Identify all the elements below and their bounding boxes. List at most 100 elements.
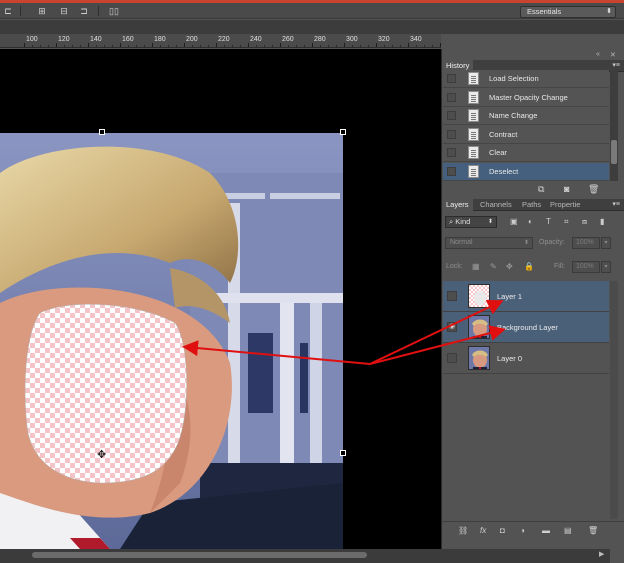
adjustment-layer-icon[interactable]: ◑ — [520, 526, 525, 535]
photo-layer: ✥ — [0, 133, 343, 549]
lock-pixels-icon[interactable]: ✎ — [490, 262, 497, 271]
ruler-minor-tick — [296, 45, 297, 47]
transform-handle[interactable] — [340, 129, 346, 135]
pixel-filter-icon[interactable]: ▣ — [510, 217, 518, 226]
snapshot-checkbox[interactable] — [447, 111, 456, 120]
layer-name[interactable]: Layer 0 — [497, 354, 522, 363]
camera-snapshot-icon[interactable]: ◙ — [564, 184, 569, 194]
tab-layers[interactable]: Layers — [442, 199, 473, 211]
smart-object-filter-icon[interactable]: ⧈ — [582, 217, 587, 227]
scroll-right-icon[interactable]: ▶ — [599, 550, 604, 558]
lock-transparent-icon[interactable]: ▦ — [472, 262, 480, 271]
filter-toggle-icon[interactable]: ▮ — [600, 217, 604, 226]
trash-icon[interactable]: 🗑 — [588, 184, 599, 195]
tab-properties[interactable]: Propertie — [546, 199, 584, 211]
panel-menu-icon[interactable]: ▾≡ — [612, 200, 620, 208]
ruler-label: 200 — [186, 36, 198, 43]
ruler-minor-tick — [136, 45, 137, 47]
visibility-eye-icon[interactable] — [447, 353, 457, 363]
history-item[interactable]: Load Selection — [443, 70, 609, 88]
lock-row: Lock: ▦ ✎ ✥ 🔒 Fill: 100% ▾ — [442, 261, 624, 275]
collapse-panels-icon[interactable]: « — [596, 51, 600, 58]
ruler-label: 280 — [314, 36, 326, 43]
new-group-icon[interactable]: ▬ — [542, 526, 550, 535]
blend-mode-select[interactable]: Normal ⬍ — [445, 237, 533, 249]
close-panel-icon[interactable]: ✕ — [610, 51, 616, 59]
ruler-minor-tick — [320, 45, 321, 47]
blend-mode-label: Normal — [450, 239, 473, 246]
align-left-icon[interactable]: ⊏ — [2, 5, 14, 17]
document-icon — [468, 90, 479, 104]
link-layers-icon[interactable]: ⛓ — [458, 526, 468, 535]
snapshot-checkbox[interactable] — [447, 129, 456, 139]
tab-channels[interactable]: Channels — [476, 199, 516, 211]
ruler-tick — [24, 43, 25, 47]
ruler-label: 140 — [90, 36, 102, 43]
history-item[interactable]: Deselect — [443, 162, 609, 181]
fill-input[interactable]: 100% — [572, 261, 600, 273]
layer-name[interactable]: Background Layer — [497, 323, 558, 332]
chevron-down-icon: ⬍ — [523, 240, 529, 246]
auto-align-icon[interactable]: ▯▯ — [108, 5, 120, 17]
ruler-label: 100 — [26, 36, 38, 43]
history-item[interactable]: Contract — [443, 125, 609, 144]
history-item-label: Load Selection — [489, 74, 539, 83]
ruler-minor-tick — [336, 45, 337, 47]
layer-row[interactable]: ◉ Background Layer — [443, 312, 609, 343]
ruler-label: 220 — [218, 36, 230, 43]
ruler-minor-tick — [424, 45, 425, 47]
ruler-minor-tick — [352, 45, 353, 47]
layer-row[interactable]: Layer 1 — [443, 281, 609, 312]
fill-dropdown-icon[interactable]: ▾ — [601, 261, 611, 273]
horizontal-scrollbar[interactable]: ▶ — [0, 549, 610, 563]
history-scrollbar[interactable] — [610, 70, 618, 181]
ruler-minor-tick — [264, 45, 265, 47]
align-right-icon[interactable]: ⊟ — [58, 5, 70, 17]
snapshot-checkbox[interactable] — [447, 166, 456, 176]
new-layer-icon[interactable]: ▤ — [564, 526, 572, 535]
layers-scrollbar[interactable] — [610, 281, 618, 519]
ruler-minor-tick — [72, 45, 73, 47]
trash-icon[interactable]: 🗑 — [588, 526, 598, 535]
new-document-from-state-icon[interactable]: ⧉ — [538, 184, 544, 195]
opacity-dropdown-icon[interactable]: ▾ — [601, 237, 611, 249]
ruler-tick — [88, 43, 89, 47]
document-canvas[interactable]: ✥ — [0, 49, 441, 549]
opacity-input[interactable]: 100% — [572, 237, 600, 249]
transform-handle[interactable] — [99, 129, 105, 135]
filter-kind-select[interactable]: ⌕ Kind ⬍ — [445, 216, 497, 228]
scrollbar-thumb[interactable] — [32, 552, 367, 558]
snapshot-checkbox[interactable] — [447, 92, 456, 102]
history-item[interactable]: Name Change — [443, 107, 609, 125]
panel-menu-icon[interactable]: ▾≡ — [612, 61, 620, 69]
visibility-eye-icon[interactable] — [447, 291, 457, 301]
history-item-label: Deselect — [489, 166, 519, 176]
type-filter-icon[interactable]: T — [546, 217, 551, 226]
shape-filter-icon[interactable]: ⌗ — [564, 217, 569, 227]
align-center-icon[interactable]: ⊞ — [36, 5, 48, 17]
history-item[interactable]: Master Opacity Change — [443, 88, 609, 107]
visibility-eye-icon[interactable]: ◉ — [447, 322, 457, 332]
add-mask-icon[interactable]: ◘ — [500, 526, 505, 535]
ruler-minor-tick — [40, 45, 41, 47]
layer-row[interactable]: Layer 0 — [443, 343, 609, 374]
ruler-minor-tick — [200, 45, 201, 47]
ruler-label: 180 — [154, 36, 166, 43]
adjustment-filter-icon[interactable]: ◐ — [528, 217, 533, 226]
lock-position-icon[interactable]: ✥ — [506, 262, 513, 271]
scrollbar-thumb[interactable] — [611, 140, 617, 164]
layer-name[interactable]: Layer 1 — [497, 292, 522, 301]
snapshot-checkbox[interactable] — [447, 74, 456, 83]
workspace-switcher[interactable]: Essentials ⬍ — [520, 6, 616, 18]
lock-all-icon[interactable]: 🔒 — [524, 262, 534, 271]
history-item[interactable]: Clear — [443, 144, 609, 162]
transform-handle[interactable] — [340, 450, 346, 456]
history-item-label: Contract — [489, 129, 518, 139]
ruler-label: 320 — [378, 36, 390, 43]
snapshot-checkbox[interactable] — [447, 148, 456, 157]
distribute-icon[interactable]: ⊐ — [78, 5, 90, 17]
layer-thumbnail — [468, 284, 490, 308]
layer-style-icon[interactable]: fx — [480, 526, 486, 535]
ruler-label: 340 — [410, 36, 422, 43]
tab-paths[interactable]: Paths — [518, 199, 545, 211]
